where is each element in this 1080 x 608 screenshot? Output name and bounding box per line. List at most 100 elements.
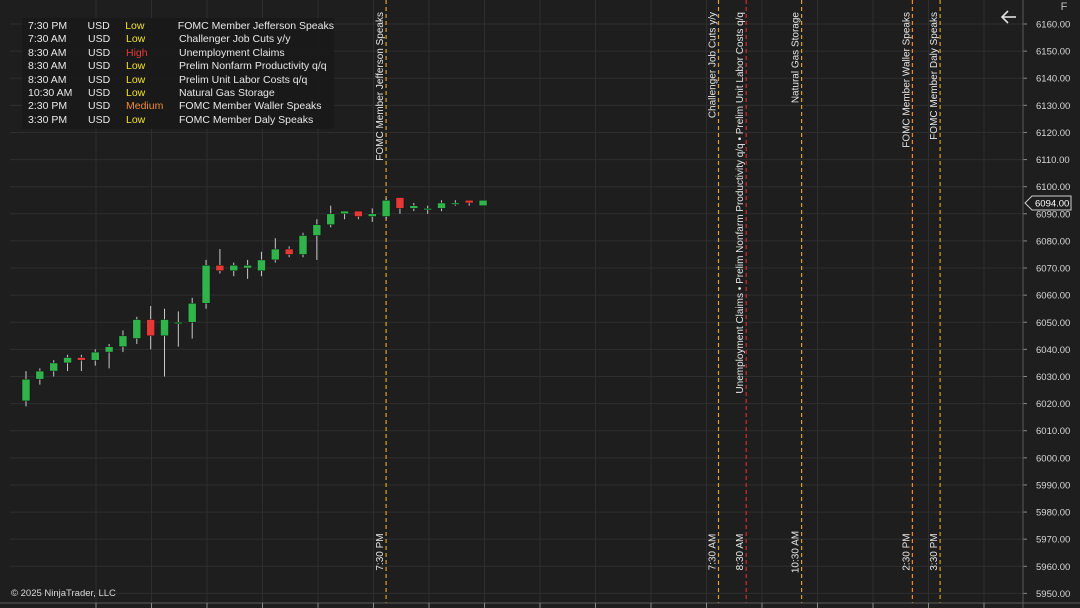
price-tick-label: 6120.00 — [1036, 128, 1070, 139]
event-marker-label: Challenger Job Cuts y/y — [708, 12, 719, 118]
price-tick-label: 5960.00 — [1036, 562, 1070, 573]
event-row: 2:30 PM USD Medium FOMC Member Waller Speak… — [28, 100, 334, 113]
event-currency: USD — [88, 113, 111, 126]
event-currency: USD — [88, 86, 111, 99]
candle-bull — [35, 370, 45, 380]
event-time: 10:30 AM — [28, 86, 73, 99]
event-name: Natural Gas Storage — [179, 86, 275, 99]
candle-bull — [437, 202, 446, 209]
candle-bear — [215, 265, 225, 271]
event-marker-time: 7:30 PM — [375, 533, 386, 570]
price-tick-label: 6130.00 — [1036, 101, 1070, 112]
event-marker-time: 8:30 AM — [735, 534, 746, 571]
candle-bull — [187, 303, 197, 323]
event-marker-time: 10:30 AM — [791, 531, 802, 573]
event-time: 8:30 AM — [28, 46, 67, 59]
candle-bear — [464, 199, 474, 204]
price-tick-label: 5990.00 — [1036, 480, 1070, 491]
candle-bull — [229, 265, 238, 271]
event-currency: USD — [88, 60, 111, 73]
event-marker-label: FOMC Member Waller Speaks — [901, 12, 912, 148]
event-row: 10:30 AM USD Low Natural Gas Storage — [28, 87, 334, 100]
event-name: FOMC Member Jefferson Speaks — [177, 20, 334, 32]
candle-bull — [174, 322, 183, 325]
candle-bear — [77, 357, 86, 361]
event-impact: High — [126, 46, 148, 59]
last-price-badge: 6094.00 — [1024, 195, 1072, 211]
candle-bull — [478, 199, 488, 206]
price-tick-label: 6110.00 — [1036, 155, 1070, 166]
event-currency: USD — [88, 100, 111, 113]
event-marker-label: Unemployment Claims • Prelim Nonfarm Pro… — [735, 12, 746, 394]
event-row: 8:30 AM USD High Unemployment Claims — [28, 47, 334, 60]
candle-bull — [451, 202, 460, 205]
candle-bear — [395, 197, 405, 209]
candle-bull — [312, 224, 322, 236]
candle-bull — [160, 319, 169, 337]
price-tick-label: 5970.00 — [1036, 535, 1070, 546]
event-currency: USD — [88, 73, 111, 86]
candle-bull — [298, 235, 308, 255]
price-tick-label: 6150.00 — [1036, 47, 1070, 58]
event-name: FOMC Member Waller Speaks — [179, 100, 322, 113]
event-row: 7:30 AM USD Low Challenger Job Cuts y/y — [28, 33, 334, 46]
event-name: Challenger Job Cuts y/y — [179, 33, 291, 46]
candle-bull — [340, 210, 349, 215]
candle-bull — [21, 378, 31, 402]
event-name: Prelim Unit Labor Costs q/q — [179, 73, 308, 86]
candles — [21, 197, 488, 407]
event-marker-time: 2:30 PM — [901, 533, 912, 570]
event-impact: Low — [126, 60, 146, 73]
candle-bull — [91, 351, 100, 361]
candle-bear — [354, 210, 363, 217]
arrow-left-icon[interactable] — [998, 6, 1020, 28]
economic-events-panel: 7:30 PM USD Low FOMC Member Jefferson Speak… — [22, 18, 334, 130]
price-tick-label: 6070.00 — [1036, 264, 1070, 275]
candle-bull — [63, 357, 72, 364]
candle-bear — [146, 319, 155, 337]
candle-bull — [118, 335, 128, 347]
event-row: 7:30 PM USD Low FOMC Member Jefferson Speak… — [28, 20, 334, 33]
candle-bull — [104, 346, 114, 353]
candle-bull — [423, 208, 432, 211]
f-button[interactable]: F — [1057, 0, 1071, 14]
event-time: 7:30 PM — [28, 20, 68, 32]
price-tick-label: 6090.00 — [1036, 209, 1070, 220]
event-time: 8:30 AM — [28, 73, 67, 86]
price-tick-label: 6140.00 — [1036, 74, 1070, 85]
event-marker-label: FOMC Member Jefferson Speaks — [375, 12, 386, 161]
event-time: 8:30 AM — [28, 60, 67, 73]
event-row: 8:30 AM USD Low Prelim Nonfarm Productivity… — [28, 60, 334, 73]
event-marker-label: Natural Gas Storage — [791, 12, 802, 104]
candle-bull — [243, 265, 252, 269]
event-impact: Low — [126, 73, 146, 86]
candle-bull — [326, 213, 335, 225]
event-marker-time: 3:30 PM — [929, 533, 940, 570]
price-tick-label: 5980.00 — [1036, 508, 1070, 519]
event-time: 2:30 PM — [28, 100, 68, 113]
candle-bull — [409, 205, 419, 209]
last-price-label: 6094.00 — [1035, 198, 1069, 209]
event-marker-label: FOMC Member Daly Speaks — [929, 12, 940, 140]
candle-bull — [257, 259, 266, 271]
event-time: 7:30 AM — [28, 33, 67, 46]
candle-bear — [284, 248, 294, 255]
event-impact: Low — [126, 86, 146, 99]
candle-bull — [132, 319, 142, 339]
event-time: 3:30 PM — [28, 113, 68, 126]
price-tick-label: 6060.00 — [1036, 291, 1070, 302]
event-impact: Low — [126, 113, 146, 126]
price-tick-label: 6000.00 — [1036, 453, 1070, 464]
price-tick-label: 6030.00 — [1036, 372, 1070, 383]
event-currency: USD — [88, 46, 111, 59]
price-tick-label: 6050.00 — [1036, 318, 1070, 329]
event-name: Unemployment Claims — [179, 46, 285, 59]
candle-bull — [271, 248, 280, 261]
candle-bull — [381, 199, 391, 217]
event-row: 3:30 PM USD Low FOMC Member Daly Speaks — [28, 114, 334, 127]
copyright-text: © 2025 NinjaTrader, LLC — [11, 588, 116, 599]
event-name: FOMC Member Daly Speaks — [179, 113, 314, 126]
event-impact: Low — [126, 33, 146, 46]
candle-bull — [368, 213, 377, 217]
event-name: Prelim Nonfarm Productivity q/q — [179, 60, 327, 73]
